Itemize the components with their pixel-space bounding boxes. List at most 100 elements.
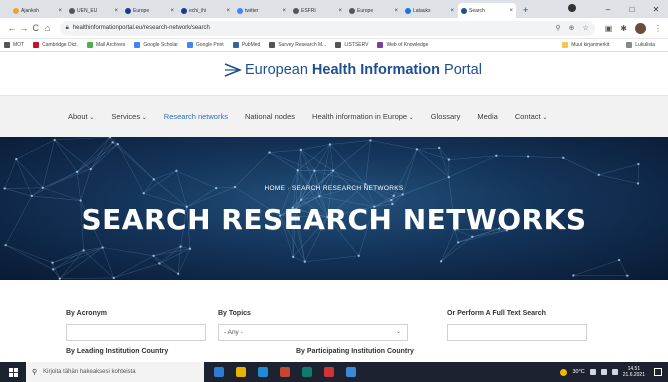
network-link [5, 244, 54, 270]
nav-item-national-nodes[interactable]: National nodes [245, 112, 295, 121]
network-link [52, 247, 103, 263]
network-node [437, 146, 441, 150]
network-icon[interactable] [589, 369, 596, 375]
taskbar-search-box[interactable]: ⚲ Kirjoita tähän hakeaksesi kohteista [26, 362, 204, 382]
extension-icon[interactable]: ▣ [605, 24, 613, 33]
bookmark-folder[interactable]: Lukulista [626, 42, 655, 48]
start-button[interactable] [0, 362, 26, 382]
home-button[interactable]: ⌂ [42, 23, 54, 33]
network-link [304, 255, 359, 263]
folder-icon [562, 42, 569, 48]
taskbar-app-icon[interactable] [346, 367, 356, 377]
bookmark-label: MOT [13, 42, 25, 48]
tab-close-icon[interactable]: × [450, 8, 454, 14]
bookmark-item[interactable]: Google Scholar [134, 42, 178, 48]
nav-item-research-networks[interactable]: Research networks [164, 112, 228, 121]
site-logo[interactable]: European Health Information Portal [224, 62, 482, 78]
tab-label: Ajankoh [21, 7, 40, 14]
puzzle-icon[interactable]: ✱ [620, 24, 627, 33]
bookmark-item[interactable]: Cambridge Dict. [33, 42, 78, 48]
browser-tab[interactable]: echi_ihi × [178, 3, 233, 18]
menu-icon[interactable]: ⋮ [654, 24, 662, 33]
breadcrumb-home[interactable]: HOME [265, 185, 286, 192]
bookmark-item[interactable]: Mail Archives [86, 42, 125, 48]
browser-tab[interactable]: UEN_EU × [66, 3, 121, 18]
bookmark-item[interactable]: PubMed [232, 42, 260, 48]
network-link [440, 242, 459, 262]
taskbar-app-icon[interactable] [214, 367, 224, 377]
battery-icon[interactable] [611, 369, 618, 375]
network-link [293, 256, 305, 263]
taskbar-app-icon[interactable] [302, 367, 312, 377]
network-node [447, 175, 451, 179]
topics-select[interactable]: - Any - ⌄ [218, 324, 408, 341]
maximize-button[interactable]: □ [620, 5, 644, 14]
minimize-button[interactable]: – [596, 5, 620, 14]
taskbar-app-icon[interactable] [280, 367, 290, 377]
new-tab-button[interactable]: + [523, 3, 528, 18]
tab-close-icon[interactable]: × [282, 8, 286, 14]
browser-tab[interactable]: Latauks × [402, 3, 457, 18]
tab-close-icon[interactable]: × [58, 8, 62, 14]
bookmark-favicon-icon [377, 42, 384, 48]
acronym-input[interactable] [66, 324, 206, 341]
nav-item-glossary[interactable]: Glossary [431, 112, 461, 121]
network-link [52, 262, 61, 279]
url-bar[interactable]: 🔒︎ healthinformationportal.eu/research-n… [59, 20, 595, 36]
bookmark-item[interactable]: LISTSERV [335, 42, 368, 48]
network-link [269, 152, 298, 171]
forward-button[interactable]: → [18, 23, 30, 33]
nav-item-health-information-in-europe[interactable]: Health information in Europe ⌄ [312, 112, 414, 121]
reload-button[interactable]: C [30, 23, 42, 33]
network-link [496, 155, 529, 157]
taskbar-app-icon[interactable] [258, 367, 268, 377]
bookmark-item[interactable]: Web of Knowledge [377, 42, 428, 48]
lock-icon[interactable]: 🔒︎ [66, 25, 69, 32]
weather-temperature[interactable]: 30°C [572, 369, 584, 375]
close-window-button[interactable]: ✕ [644, 5, 668, 14]
tab-close-icon[interactable]: × [226, 8, 230, 14]
clock[interactable]: 14.51 21.6.2021 [623, 366, 645, 378]
browser-tab[interactable]: twitter × [234, 3, 289, 18]
weather-icon[interactable] [560, 368, 568, 376]
taskbar-app-icon[interactable] [324, 367, 334, 377]
volume-icon[interactable] [600, 369, 607, 375]
avatar[interactable] [635, 22, 646, 34]
browser-tab[interactable]: Search × [458, 3, 516, 18]
bookmark-item[interactable]: Google Print [186, 42, 224, 48]
nav-item-services[interactable]: Services ⌄ [111, 112, 146, 121]
nav-item-about[interactable]: About ⌄ [68, 112, 94, 121]
network-link [16, 158, 44, 189]
logo-text: European Health Information Portal [245, 62, 482, 78]
nav-item-contact[interactable]: Contact ⌄ [515, 112, 548, 121]
tab-close-icon[interactable]: × [114, 8, 118, 14]
tab-close-icon[interactable]: × [170, 8, 174, 14]
browser-tab[interactable]: Europe × [122, 3, 177, 18]
star-icon[interactable]: ☆ [582, 24, 588, 32]
browser-tab[interactable]: Europe × [346, 3, 401, 18]
bookmark-item[interactable]: Survey Research M... [269, 42, 326, 48]
fulltext-search-input[interactable] [447, 324, 587, 341]
reading-icon[interactable]: ⊕ [569, 24, 575, 32]
notification-icon[interactable] [654, 368, 662, 376]
nav-item-label: Services [111, 112, 141, 121]
browser-tab[interactable]: ESFRI × [290, 3, 345, 18]
zoom-icon[interactable]: ⚲ [555, 24, 560, 32]
record-icon[interactable] [568, 4, 576, 12]
bookmark-label: Google Scholar [143, 42, 178, 48]
tab-label: twitter [245, 7, 259, 14]
url-text[interactable]: healthinformationportal.eu/research-netw… [73, 25, 210, 31]
browser-tab[interactable]: Ajankoh × [10, 3, 65, 18]
breadcrumb-separator: · [287, 185, 290, 192]
nav-item-media[interactable]: Media [477, 112, 497, 121]
tab-close-icon[interactable]: × [394, 8, 398, 14]
tab-close-icon[interactable]: × [509, 8, 513, 14]
network-link [153, 170, 177, 180]
bookmark-folder[interactable]: Muut kirjanmerkit [562, 42, 609, 48]
back-button[interactable]: ← [6, 23, 18, 33]
tab-close-icon[interactable]: × [338, 8, 342, 14]
network-node [526, 155, 530, 158]
network-node [299, 148, 303, 152]
bookmark-item[interactable]: MOT [4, 42, 24, 48]
taskbar-app-icon[interactable] [236, 367, 246, 377]
